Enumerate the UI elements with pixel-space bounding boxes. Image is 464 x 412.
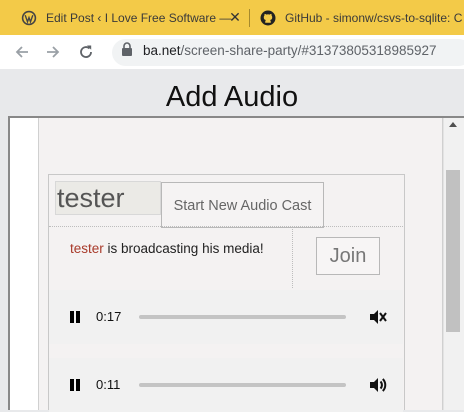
audio-player: 0:17 bbox=[49, 290, 403, 344]
close-tab-icon[interactable]: ✕ bbox=[228, 10, 242, 24]
mute-icon[interactable] bbox=[368, 307, 388, 327]
tab-edit-post[interactable]: Edit Post ‹ I Love Free Software — ✕ bbox=[0, 0, 250, 35]
start-audio-cast-button[interactable]: Start New Audio Cast bbox=[161, 182, 324, 228]
address-url[interactable]: ba.net/screen-share-party/#3137380531898… bbox=[143, 43, 437, 58]
seek-bar[interactable] bbox=[139, 315, 346, 319]
broadcast-text: is broadcasting his media! bbox=[103, 241, 264, 256]
reload-icon[interactable] bbox=[77, 43, 95, 61]
tab-title: Edit Post ‹ I Love Free Software — bbox=[46, 10, 232, 25]
current-time: 0:17 bbox=[96, 309, 122, 324]
tab-strip: Edit Post ‹ I Love Free Software — ✕ Git… bbox=[0, 0, 464, 35]
forward-arrow-icon[interactable] bbox=[44, 43, 62, 61]
broadcast-message: tester is broadcasting his media! bbox=[70, 238, 280, 259]
volume-icon[interactable] bbox=[368, 375, 388, 395]
current-time: 0:11 bbox=[96, 377, 121, 392]
scroll-up-arrow-icon[interactable] bbox=[449, 122, 457, 127]
pause-icon[interactable] bbox=[69, 311, 81, 323]
back-arrow-icon[interactable] bbox=[13, 43, 31, 61]
broadcaster-name-input[interactable]: tester bbox=[55, 181, 161, 215]
broadcast-row-divider bbox=[292, 226, 293, 288]
lock-icon bbox=[122, 42, 132, 56]
github-icon bbox=[260, 10, 276, 25]
join-button[interactable]: Join bbox=[316, 237, 380, 275]
page-title: Add Audio bbox=[165, 81, 299, 113]
broadcaster-name: tester bbox=[70, 241, 104, 256]
tab-github[interactable]: GitHub - simonw/csvs-to-sqlite: C bbox=[250, 0, 464, 35]
audio-player: 0:11 bbox=[49, 358, 403, 412]
seek-bar[interactable] bbox=[139, 383, 346, 387]
scrollbar-thumb[interactable] bbox=[446, 170, 460, 332]
wordpress-icon bbox=[21, 10, 37, 25]
tab-title: GitHub - simonw/csvs-to-sqlite: C bbox=[285, 10, 463, 25]
pause-icon[interactable] bbox=[69, 379, 81, 391]
